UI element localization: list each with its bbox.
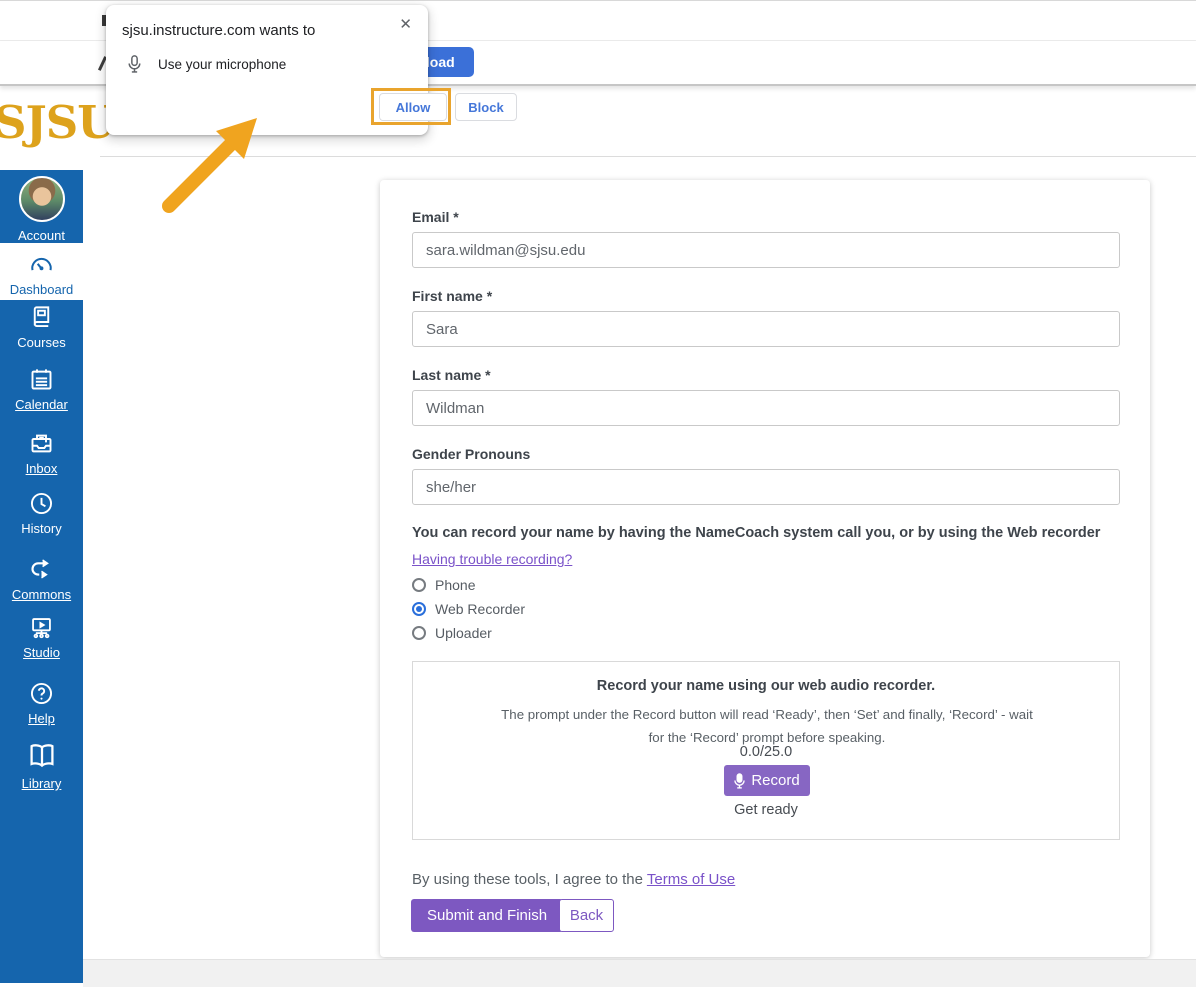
close-icon[interactable]: ✕ — [395, 13, 416, 35]
permission-request-text: Use your microphone — [158, 57, 286, 72]
calendar-icon — [28, 366, 55, 393]
microphone-icon — [734, 773, 745, 789]
sidebar-item-library[interactable]: Library — [0, 740, 83, 793]
radio-label: Web Recorder — [435, 601, 525, 617]
submit-and-finish-button[interactable]: Submit and Finish — [411, 899, 563, 932]
allow-button-highlight-box — [371, 88, 451, 125]
sjsu-logo: SJSU — [0, 96, 116, 149]
gender-pronouns-label: Gender Pronouns — [412, 446, 530, 462]
sidebar-item-label: Dashboard — [10, 283, 74, 296]
radio-circle[interactable] — [412, 626, 426, 640]
prompt-line-1: The prompt under the Record button will … — [501, 707, 1033, 722]
bottom-gray-strip — [83, 959, 1196, 987]
history-clock-icon — [28, 490, 55, 517]
terms-of-use-link[interactable]: Terms of Use — [647, 871, 735, 888]
global-navigation-sidebar: Account Dashboard Courses Calendar Inbox… — [0, 170, 83, 983]
first-name-field[interactable] — [412, 311, 1120, 347]
sidebar-item-commons[interactable]: Commons — [0, 556, 83, 604]
radio-option-uploader[interactable]: Uploader — [412, 625, 492, 641]
dashboard-gauge-icon — [28, 251, 55, 278]
sidebar-item-courses[interactable]: Courses — [0, 304, 83, 352]
sidebar-item-label: Studio — [23, 646, 60, 659]
sidebar-item-label: Calendar — [15, 398, 68, 411]
having-trouble-link[interactable]: Having trouble recording? — [412, 551, 572, 567]
permission-request-row: Use your microphone — [128, 55, 286, 73]
sidebar-item-studio[interactable]: Studio — [0, 614, 83, 662]
inbox-icon — [28, 430, 55, 457]
radio-label: Uploader — [435, 625, 492, 641]
sidebar-item-label: Library — [22, 777, 62, 790]
library-open-book-icon — [26, 740, 58, 772]
dialog-origin-text: sjsu.instructure.com wants to — [122, 22, 315, 39]
radio-label: Phone — [435, 577, 475, 593]
sidebar-item-label: Commons — [12, 588, 71, 601]
web-recorder-panel: Record your name using our web audio rec… — [412, 661, 1120, 840]
record-button-label: Record — [751, 772, 799, 789]
recorder-status-text: Get ready — [413, 802, 1119, 818]
annotation-arrow — [145, 98, 275, 218]
radio-option-phone[interactable]: Phone — [412, 577, 475, 593]
back-button[interactable]: Back — [559, 899, 614, 932]
sidebar-item-dashboard[interactable]: Dashboard — [0, 243, 83, 300]
sidebar-item-label: History — [21, 522, 61, 535]
help-question-icon — [28, 680, 55, 707]
terms-prefix: By using these tools, I agree to the — [412, 871, 647, 888]
sidebar-item-inbox[interactable]: Inbox — [0, 430, 83, 478]
last-name-field[interactable] — [412, 390, 1120, 426]
sidebar-item-label: Help — [28, 712, 55, 725]
recording-timer: 0.0/25.0 — [413, 744, 1119, 760]
courses-book-icon — [28, 304, 55, 331]
email-field[interactable] — [412, 232, 1120, 268]
sidebar-item-history[interactable]: History — [0, 490, 83, 538]
commons-share-icon — [28, 556, 55, 583]
first-name-label: First name * — [412, 288, 492, 304]
sidebar-item-calendar[interactable]: Calendar — [0, 366, 83, 414]
radio-circle[interactable] — [412, 578, 426, 592]
terms-agreement-text: By using these tools, I agree to the Ter… — [412, 871, 735, 888]
user-avatar — [19, 176, 65, 222]
sidebar-item-help[interactable]: Help — [0, 680, 83, 728]
sidebar-item-account[interactable]: Account — [0, 176, 83, 245]
email-label: Email * — [412, 209, 459, 225]
recorder-prompt-text: The prompt under the Record button will … — [487, 703, 1047, 750]
studio-monitor-icon — [28, 614, 55, 641]
microphone-icon — [128, 55, 141, 73]
sidebar-item-label: Courses — [17, 336, 65, 349]
gender-pronouns-field[interactable] — [412, 469, 1120, 505]
sidebar-item-label: Inbox — [26, 462, 58, 475]
block-button[interactable]: Block — [455, 93, 517, 121]
record-button[interactable]: Record — [724, 765, 810, 796]
namecoach-form-card: Email * First name * Last name * Gender … — [380, 180, 1150, 957]
recorder-title: Record your name using our web audio rec… — [413, 678, 1119, 694]
record-instruction-text: You can record your name by having the N… — [412, 525, 1112, 541]
last-name-label: Last name * — [412, 367, 491, 383]
radio-circle-selected[interactable] — [412, 602, 426, 616]
sidebar-item-label: Account — [18, 229, 65, 242]
radio-option-web-recorder[interactable]: Web Recorder — [412, 601, 525, 617]
